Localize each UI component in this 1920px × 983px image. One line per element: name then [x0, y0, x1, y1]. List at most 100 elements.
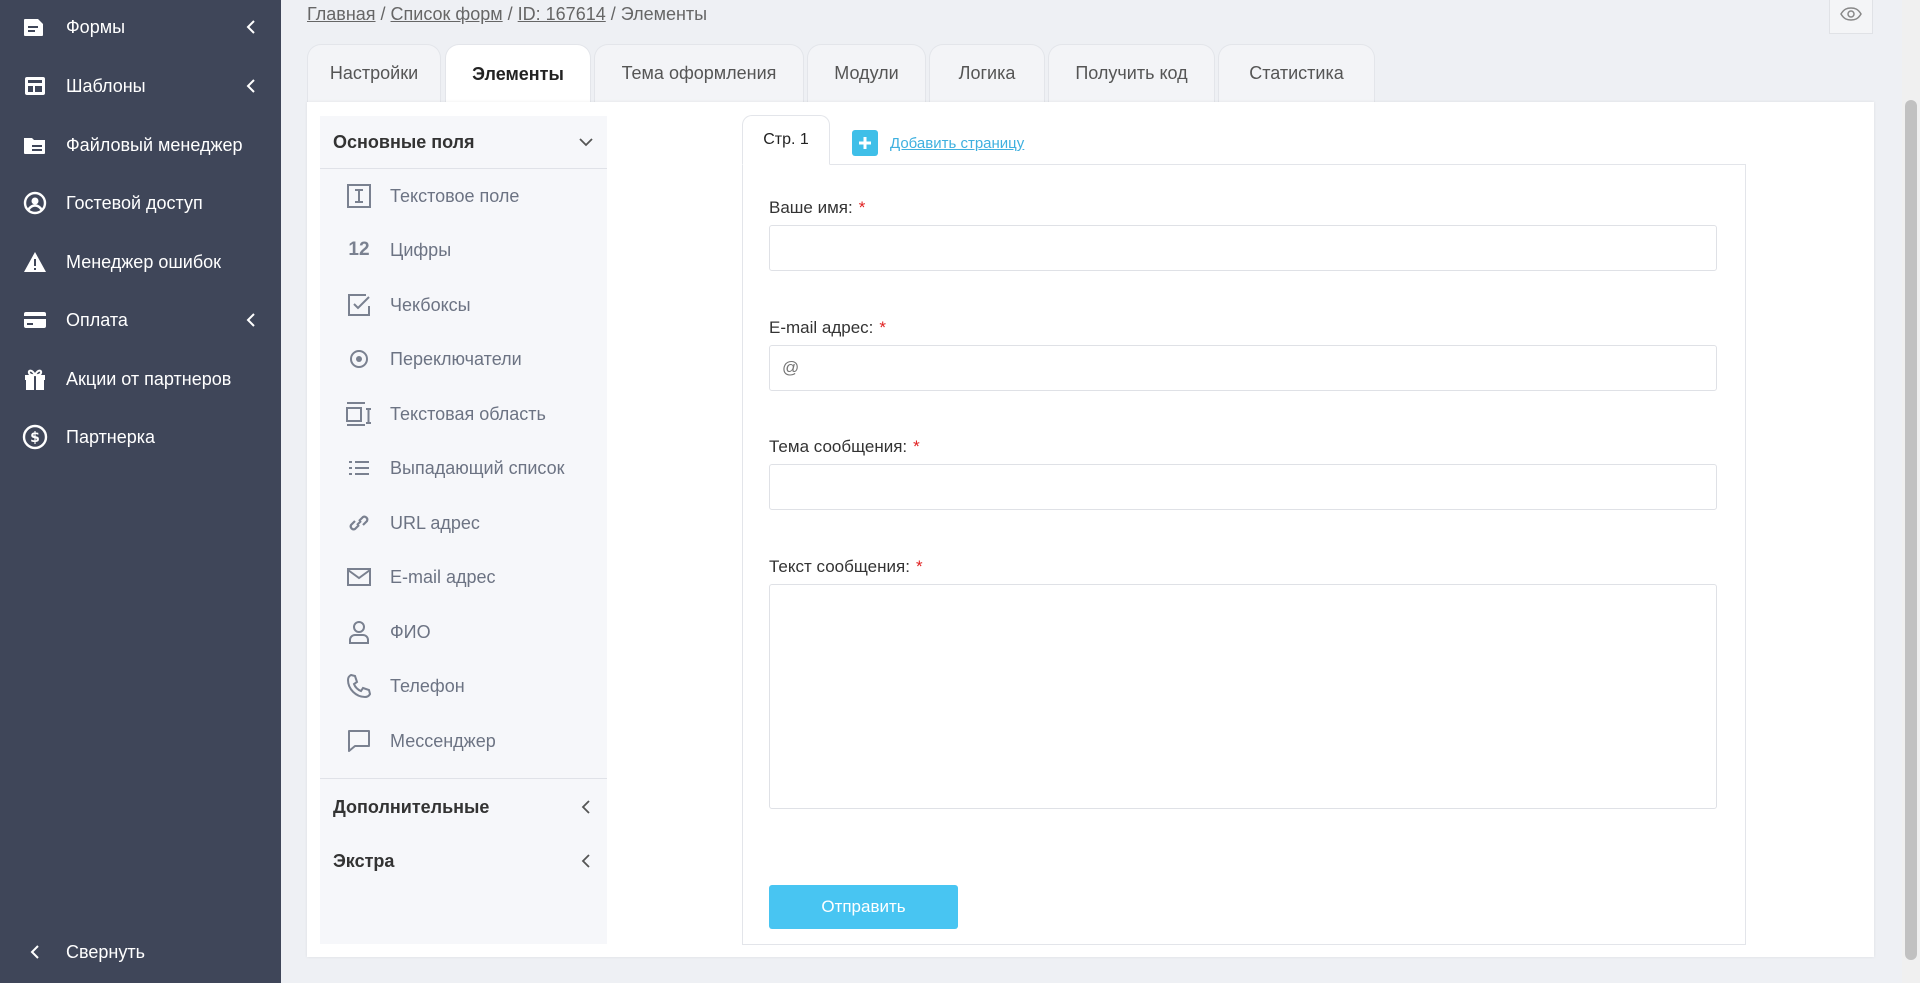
chevron-left-icon [578, 853, 594, 869]
preview-button[interactable] [1829, 0, 1873, 34]
elements-palette: Основные поля Текстовое поле 12 Цифры Че… [320, 116, 607, 944]
sidebar-item-label: Менеджер ошибок [66, 251, 222, 272]
tab-modules[interactable]: Модули [807, 44, 926, 102]
palette-section-basic[interactable]: Основные поля [320, 116, 607, 168]
link-icon [344, 508, 374, 538]
palette-item-url[interactable]: URL адрес [320, 499, 607, 547]
submit-button[interactable]: Отправить [769, 885, 958, 929]
envelope-icon [344, 562, 374, 592]
subject-field-label: Тема сообщения: * [769, 437, 920, 457]
tab-elements[interactable]: Элементы [445, 44, 591, 104]
label-text: E-mail адрес: [769, 318, 874, 337]
sidebar-collapse-button[interactable]: Свернуть [0, 928, 281, 976]
sidebar-item-guest-access[interactable]: Гостевой доступ [0, 179, 281, 227]
palette-item-numbers[interactable]: 12 Цифры [320, 226, 607, 274]
label-text: Ваше имя: [769, 198, 853, 217]
svg-text:$: $ [30, 430, 40, 446]
breadcrumb-separator: / [605, 4, 621, 24]
palette-item-textarea[interactable]: Текстовая область [320, 390, 607, 438]
guest-user-icon [22, 190, 48, 216]
required-mark: * [879, 318, 887, 337]
form-preview: Стр. 1 Добавить страницу Ваше имя: * E-ma… [742, 115, 1746, 945]
palette-item-messenger[interactable]: Мессенджер [320, 717, 607, 765]
chevron-left-icon [243, 78, 259, 94]
breadcrumb-separator: / [375, 4, 391, 24]
page-scrollbar[interactable] [1902, 0, 1920, 983]
textarea-icon [344, 399, 374, 429]
palette-section-label: Основные поля [333, 131, 475, 152]
numbers-icon: 12 [344, 235, 374, 265]
tab-get-code[interactable]: Получить код [1048, 44, 1215, 102]
breadcrumb-current: Элементы [620, 4, 708, 24]
sidebar-item-label: Акции от партнеров [66, 368, 232, 389]
label-text: Тема сообщения: [769, 437, 908, 456]
palette-item-dropdown[interactable]: Выпадающий список [320, 444, 607, 492]
palette-item-label: Переключатели [390, 348, 522, 369]
palette-item-label: Чекбоксы [390, 294, 471, 315]
palette-item-label: Мессенджер [390, 730, 496, 751]
email-input[interactable] [769, 345, 1717, 391]
palette-item-label: Телефон [390, 675, 465, 696]
sidebar-item-payment[interactable]: Оплата [0, 296, 281, 344]
text-field-icon [344, 181, 374, 211]
palette-item-checkboxes[interactable]: Чекбоксы [320, 281, 607, 329]
email-field-label: E-mail адрес: * [769, 318, 886, 338]
sidebar-item-affiliate[interactable]: $ Партнерка [0, 413, 281, 461]
user-icon [344, 617, 374, 647]
message-textarea[interactable] [769, 584, 1717, 809]
sidebar-item-label: Партнерка [66, 426, 156, 447]
add-page-button[interactable]: Добавить страницу [852, 130, 1024, 156]
radio-icon [344, 344, 374, 374]
chevron-left-icon [243, 19, 259, 35]
label-text: Текст сообщения: [769, 557, 910, 576]
palette-item-phone[interactable]: Телефон [320, 662, 607, 710]
sidebar-item-label: Формы [66, 16, 126, 37]
sidebar-item-forms[interactable]: Формы [0, 3, 281, 51]
chat-icon [344, 726, 374, 756]
tab-logic[interactable]: Логика [929, 44, 1045, 102]
plus-icon [852, 130, 878, 156]
chevron-down-icon [578, 134, 594, 150]
breadcrumb-form-id-link[interactable]: ID: 167614 [518, 4, 606, 24]
breadcrumb-forms-list-link[interactable]: Список форм [391, 4, 503, 24]
checkbox-icon [344, 290, 374, 320]
breadcrumb-home-link[interactable]: Главная [307, 4, 376, 24]
sidebar-item-templates[interactable]: Шаблоны [0, 62, 281, 110]
templates-icon [22, 73, 48, 99]
scrollbar-thumb[interactable] [1905, 100, 1917, 960]
palette-item-label: Текстовое поле [390, 185, 520, 206]
numbers-glyph: 12 [348, 239, 370, 260]
chevron-left-icon [578, 799, 594, 815]
list-icon [344, 453, 374, 483]
palette-section-additional[interactable]: Дополнительные [320, 781, 607, 833]
name-input[interactable] [769, 225, 1717, 271]
sidebar: Формы Шаблоны Файловый менеджер Гостевой… [0, 0, 281, 983]
forms-icon [22, 14, 48, 40]
divider [320, 168, 607, 169]
palette-item-label: Цифры [390, 239, 452, 260]
form-canvas: Ваше имя: * E-mail адрес: * Тема сообщения… [742, 164, 1746, 945]
sidebar-collapse-label: Свернуть [66, 941, 145, 962]
elements-panel: Основные поля Текстовое поле 12 Цифры Че… [307, 102, 1874, 957]
subject-input[interactable] [769, 464, 1717, 510]
sidebar-item-file-manager[interactable]: Файловый менеджер [0, 121, 281, 169]
palette-item-text-field[interactable]: Текстовое поле [320, 172, 607, 220]
palette-item-email[interactable]: E-mail адрес [320, 553, 607, 601]
chevron-left-icon [243, 312, 259, 328]
palette-section-extra[interactable]: Экстра [320, 835, 607, 887]
sidebar-item-label: Гостевой доступ [66, 192, 203, 213]
palette-item-radio[interactable]: Переключатели [320, 335, 607, 383]
sidebar-item-error-manager[interactable]: Менеджер ошибок [0, 238, 281, 286]
chevron-left-icon [22, 939, 48, 965]
tab-statistics[interactable]: Статистика [1218, 44, 1375, 102]
sidebar-item-label: Шаблоны [66, 75, 146, 96]
phone-icon [344, 671, 374, 701]
tab-page-1[interactable]: Стр. 1 [742, 115, 830, 165]
tab-theme[interactable]: Тема оформления [594, 44, 804, 102]
name-field-label: Ваше имя: * [769, 198, 865, 218]
sidebar-item-partner-promos[interactable]: Акции от партнеров [0, 355, 281, 403]
add-page-label: Добавить страницу [890, 134, 1025, 152]
sidebar-item-label: Файловый менеджер [66, 134, 243, 155]
palette-item-full-name[interactable]: ФИО [320, 608, 607, 656]
tab-settings[interactable]: Настройки [307, 44, 441, 102]
